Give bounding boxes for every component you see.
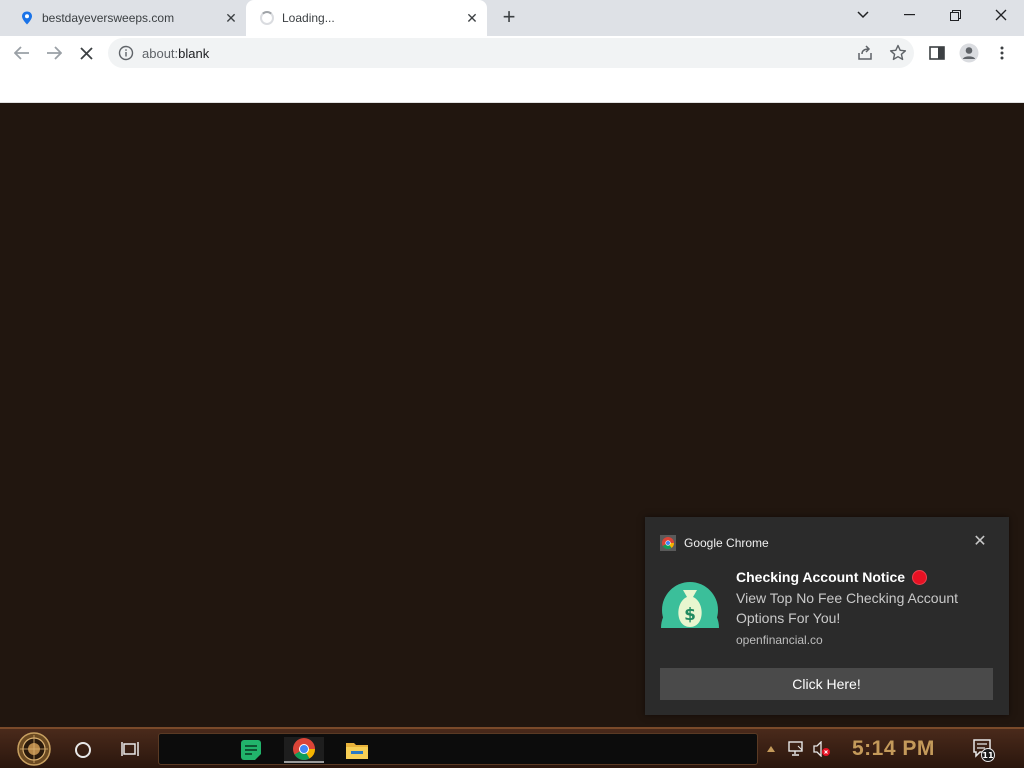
chrome-icon (660, 535, 676, 551)
more-menu-icon[interactable] (991, 42, 1013, 64)
notification-count-badge: 11 (982, 751, 994, 760)
taskbar-app-strip (158, 733, 758, 765)
taskbar-app-notes[interactable] (231, 737, 271, 763)
task-view-icon[interactable] (121, 740, 141, 758)
share-icon[interactable] (856, 44, 874, 62)
taskbar-app-chrome[interactable] (284, 737, 324, 763)
tab-search-chevron-icon[interactable] (840, 0, 886, 30)
start-button-icon[interactable] (10, 732, 58, 766)
url-scheme: about: (142, 46, 179, 61)
tray-overflow-icon[interactable] (766, 739, 776, 759)
location-pin-icon (22, 11, 32, 25)
dismiss-notification-icon[interactable]: ✕ (971, 533, 989, 551)
close-tab-icon[interactable]: ✕ (222, 9, 240, 27)
taskbar: 5:14 PM 11 (0, 727, 1024, 768)
tab-title: bestdayeversweeps.com (42, 11, 175, 25)
tab-title: Loading... (282, 11, 335, 25)
address-bar[interactable]: about:blank (108, 38, 914, 68)
file-explorer-icon (346, 743, 368, 759)
chrome-notification[interactable]: Google Chrome ✕ $ Checking Account Notic… (645, 517, 1009, 715)
notification-title: Checking Account Notice (736, 569, 906, 585)
taskbar-app-file-explorer[interactable] (337, 737, 377, 763)
close-icon (79, 46, 93, 60)
search-circle-icon[interactable] (75, 742, 91, 758)
svg-text:$: $ (684, 605, 696, 625)
profile-avatar-icon[interactable] (958, 42, 980, 64)
taskbar-clock[interactable]: 5:14 PM (852, 737, 935, 761)
money-bag-icon: $ (661, 582, 719, 630)
forward-arrow-icon (47, 46, 62, 60)
url-path: blank (178, 46, 210, 61)
new-tab-button[interactable]: + (498, 6, 520, 29)
chrome-icon (293, 738, 315, 760)
notification-body: View Top No Fee Checking Account Options… (736, 590, 959, 626)
click-here-button[interactable]: Click Here! (660, 668, 993, 700)
minimize-button[interactable] (886, 0, 932, 30)
spinner-icon (260, 11, 274, 25)
browser-toolbar: about:blank (0, 36, 1024, 70)
url-text[interactable]: about:blank (142, 46, 209, 61)
action-center-icon[interactable]: 11 (972, 738, 996, 762)
stop-loading-button[interactable] (73, 40, 99, 66)
info-icon[interactable] (118, 45, 134, 61)
page-top-strip (0, 70, 1024, 103)
close-tab-icon[interactable]: ✕ (463, 9, 481, 27)
tab-loading[interactable]: Loading... ✕ (246, 0, 487, 36)
notification-app-name: Google Chrome (684, 536, 769, 550)
alert-dot-icon (912, 569, 928, 585)
back-button[interactable] (9, 40, 35, 66)
notification-source: openfinancial.co (736, 633, 823, 647)
notes-icon (241, 740, 261, 760)
volume-muted-icon[interactable] (812, 739, 832, 759)
side-panel-icon[interactable] (926, 42, 948, 64)
forward-button[interactable] (41, 40, 67, 66)
back-arrow-icon (14, 46, 29, 60)
close-window-button[interactable] (978, 0, 1024, 30)
tab-bestdayeversweeps[interactable]: bestdayeversweeps.com ✕ (8, 0, 246, 36)
restore-button[interactable] (932, 0, 978, 30)
notification-title-row: Checking Account Notice (736, 569, 928, 585)
bookmark-star-icon[interactable] (889, 44, 907, 62)
network-icon[interactable] (788, 739, 806, 759)
tab-strip: bestdayeversweeps.com ✕ Loading... ✕ + (0, 0, 1024, 36)
